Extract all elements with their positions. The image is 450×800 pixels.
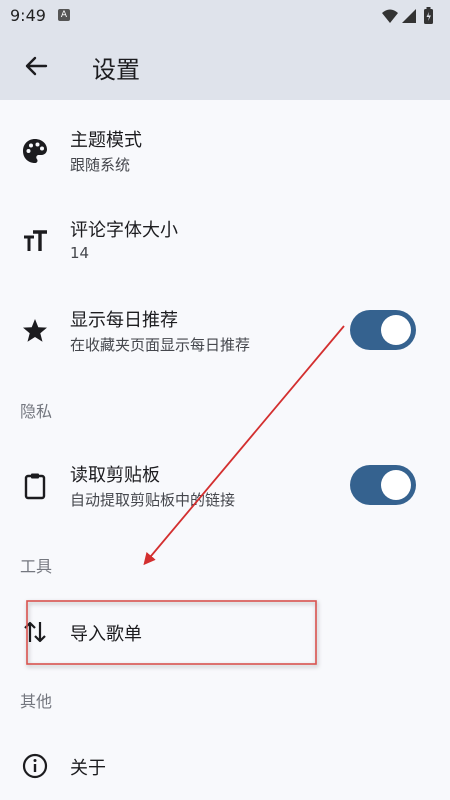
theme-subtitle: 跟随系统 bbox=[70, 156, 131, 174]
import-playlist-title: 导入歌单 bbox=[70, 624, 142, 645]
clipboard-subtitle: 自动提取剪贴板中的链接 bbox=[70, 491, 236, 509]
section-header-other: 其他 bbox=[20, 692, 53, 711]
daily-recommend-toggle[interactable] bbox=[350, 310, 416, 350]
app-bar: 设置 bbox=[0, 32, 450, 100]
toggle-knob bbox=[381, 470, 411, 500]
status-bar: 9:49 A bbox=[0, 0, 450, 32]
about-title: 关于 bbox=[70, 758, 106, 779]
signal-icon bbox=[402, 9, 416, 23]
swap-vertical-icon bbox=[20, 617, 50, 647]
daily-recommend-subtitle: 在收藏夹页面显示每日推荐 bbox=[70, 336, 251, 354]
font-size-title: 评论字体大小 bbox=[70, 220, 178, 241]
section-header-privacy: 隐私 bbox=[20, 402, 53, 421]
arrow-back-icon bbox=[25, 56, 48, 76]
battery-icon bbox=[424, 7, 433, 24]
daily-recommend-title: 显示每日推荐 bbox=[70, 310, 178, 331]
daily-recommend-setting-item[interactable]: 显示每日推荐 在收藏夹页面显示每日推荐 bbox=[0, 292, 450, 372]
clipboard-toggle[interactable] bbox=[350, 465, 416, 505]
info-icon bbox=[20, 751, 50, 781]
toggle-knob bbox=[381, 315, 411, 345]
clipboard-icon bbox=[20, 471, 50, 501]
section-header-tools: 工具 bbox=[20, 557, 53, 576]
import-playlist-item[interactable]: 导入歌单 bbox=[0, 600, 450, 664]
notification-icon: A bbox=[58, 9, 70, 21]
page-title: 设置 bbox=[92, 56, 140, 84]
wifi-icon bbox=[382, 9, 398, 23]
text-size-icon bbox=[20, 226, 50, 256]
theme-title: 主题模式 bbox=[70, 130, 142, 151]
font-size-setting-item[interactable]: 评论字体大小 14 bbox=[0, 202, 450, 282]
theme-setting-item[interactable]: 主题模式 跟随系统 bbox=[0, 112, 450, 192]
back-button[interactable] bbox=[16, 46, 56, 86]
status-icons bbox=[380, 6, 442, 26]
star-icon bbox=[20, 316, 50, 346]
about-item[interactable]: 关于 bbox=[0, 734, 450, 798]
status-time: 9:49 bbox=[10, 6, 46, 25]
palette-icon bbox=[20, 136, 50, 166]
font-size-value: 14 bbox=[70, 244, 90, 262]
clipboard-title: 读取剪贴板 bbox=[70, 465, 160, 486]
clipboard-setting-item[interactable]: 读取剪贴板 自动提取剪贴板中的链接 bbox=[0, 447, 450, 527]
